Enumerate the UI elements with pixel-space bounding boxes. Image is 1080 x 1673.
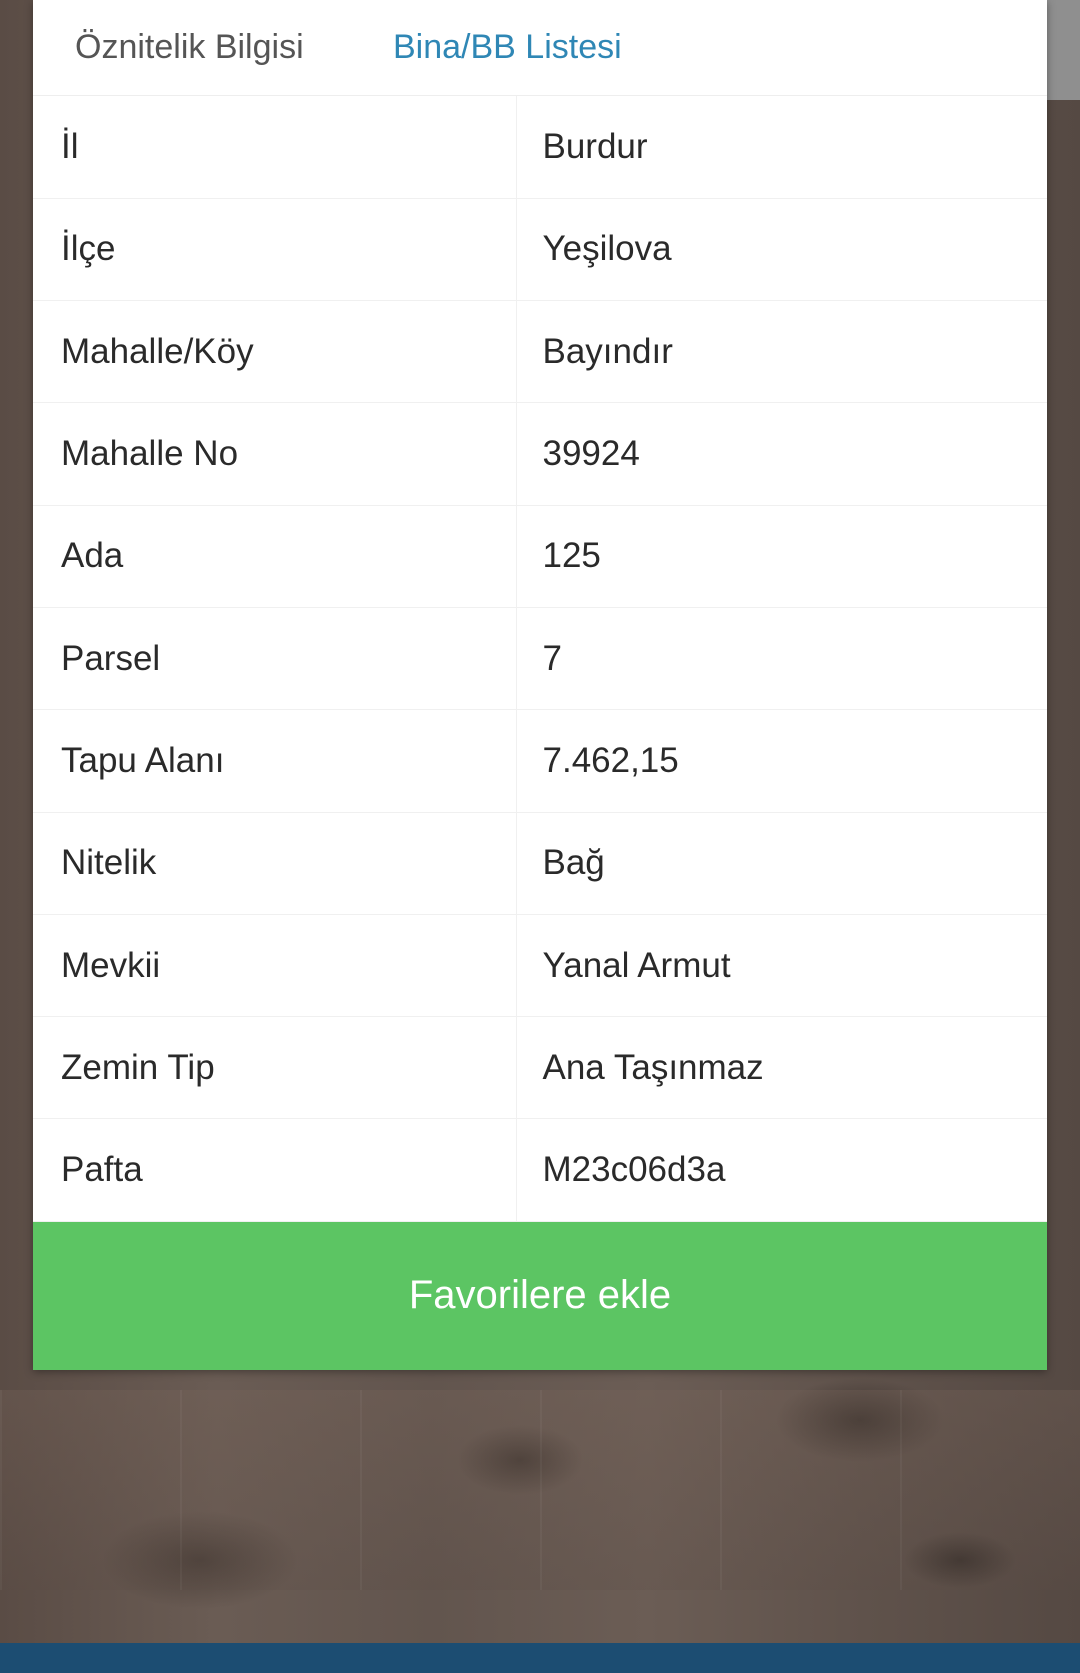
table-row: İlçe Yeşilova [33,198,1047,302]
table-row: Tapu Alanı 7.462,15 [33,709,1047,813]
attr-value-il: Burdur [516,96,1047,199]
bottom-navigation-bar [0,1643,1080,1673]
attr-value-ada: 125 [516,505,1047,608]
parcel-info-dialog: Öznitelik Bilgisi Bina/BB Listesi İl Bur… [33,0,1047,1370]
attribute-table: İl Burdur İlçe Yeşilova Mahalle/Köy Bayı… [33,96,1047,1222]
map-field-area [0,1390,1080,1590]
table-row: Mahalle No 39924 [33,402,1047,506]
attr-value-parsel: 7 [516,607,1047,711]
table-row: Nitelik Bağ [33,812,1047,915]
attr-key-mahalle-no: Mahalle No [33,402,517,506]
attr-value-mahalle-no: 39924 [516,402,1047,506]
attr-value-zemin-tip: Ana Taşınmaz [516,1016,1047,1120]
attr-value-pafta: M23c06d3a [516,1118,1047,1222]
add-to-favorites-button[interactable]: Favorilere ekle [33,1221,1047,1370]
table-row: Mevkii Yanal Armut [33,914,1047,1018]
table-row: Mahalle/Köy Bayındır [33,300,1047,404]
table-row: Parsel 7 [33,607,1047,711]
attr-key-tapu-alani: Tapu Alanı [33,709,517,813]
attr-key-zemin-tip: Zemin Tip [33,1016,517,1120]
attr-value-tapu-alani: 7.462,15 [516,709,1047,813]
table-row: Zemin Tip Ana Taşınmaz [33,1016,1047,1120]
attr-key-parsel: Parsel [33,607,517,711]
table-row: Ada 125 [33,505,1047,608]
attr-value-nitelik: Bağ [516,812,1047,915]
attr-key-ilce: İlçe [33,198,517,302]
attr-key-ada: Ada [33,505,517,608]
tab-bar: Öznitelik Bilgisi Bina/BB Listesi [33,0,1047,96]
attr-value-mevkii: Yanal Armut [516,914,1047,1018]
map-scroll-edge [1047,0,1080,100]
table-row: İl Burdur [33,96,1047,199]
tab-building-list[interactable]: Bina/BB Listesi [335,0,622,96]
attr-key-pafta: Pafta [33,1118,517,1222]
attr-key-mahalle-koy: Mahalle/Köy [33,300,517,404]
tab-attribute-info[interactable]: Öznitelik Bilgisi [33,0,335,96]
attr-key-nitelik: Nitelik [33,812,517,915]
attr-value-mahalle-koy: Bayındır [516,300,1047,404]
attr-key-mevkii: Mevkii [33,914,517,1018]
attr-value-ilce: Yeşilova [516,198,1047,302]
attr-key-il: İl [33,96,517,199]
table-row: Pafta M23c06d3a [33,1118,1047,1222]
